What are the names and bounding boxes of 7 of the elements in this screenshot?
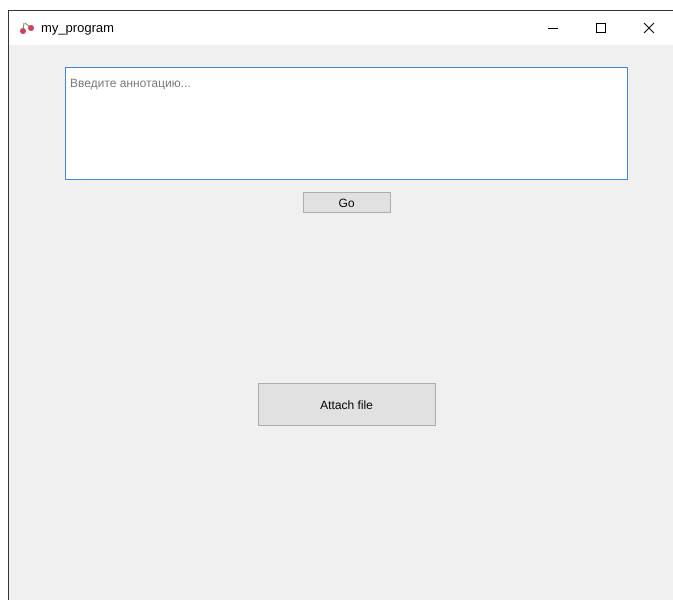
attach-button[interactable]: Attach file: [258, 383, 436, 426]
window-title: my_program: [41, 19, 114, 38]
app-icon: [19, 21, 35, 35]
go-button[interactable]: Go: [302, 192, 390, 213]
maximize-icon: [595, 22, 607, 34]
close-icon: [643, 22, 655, 34]
annotation-field[interactable]: Введите аннотацию...: [65, 67, 628, 180]
